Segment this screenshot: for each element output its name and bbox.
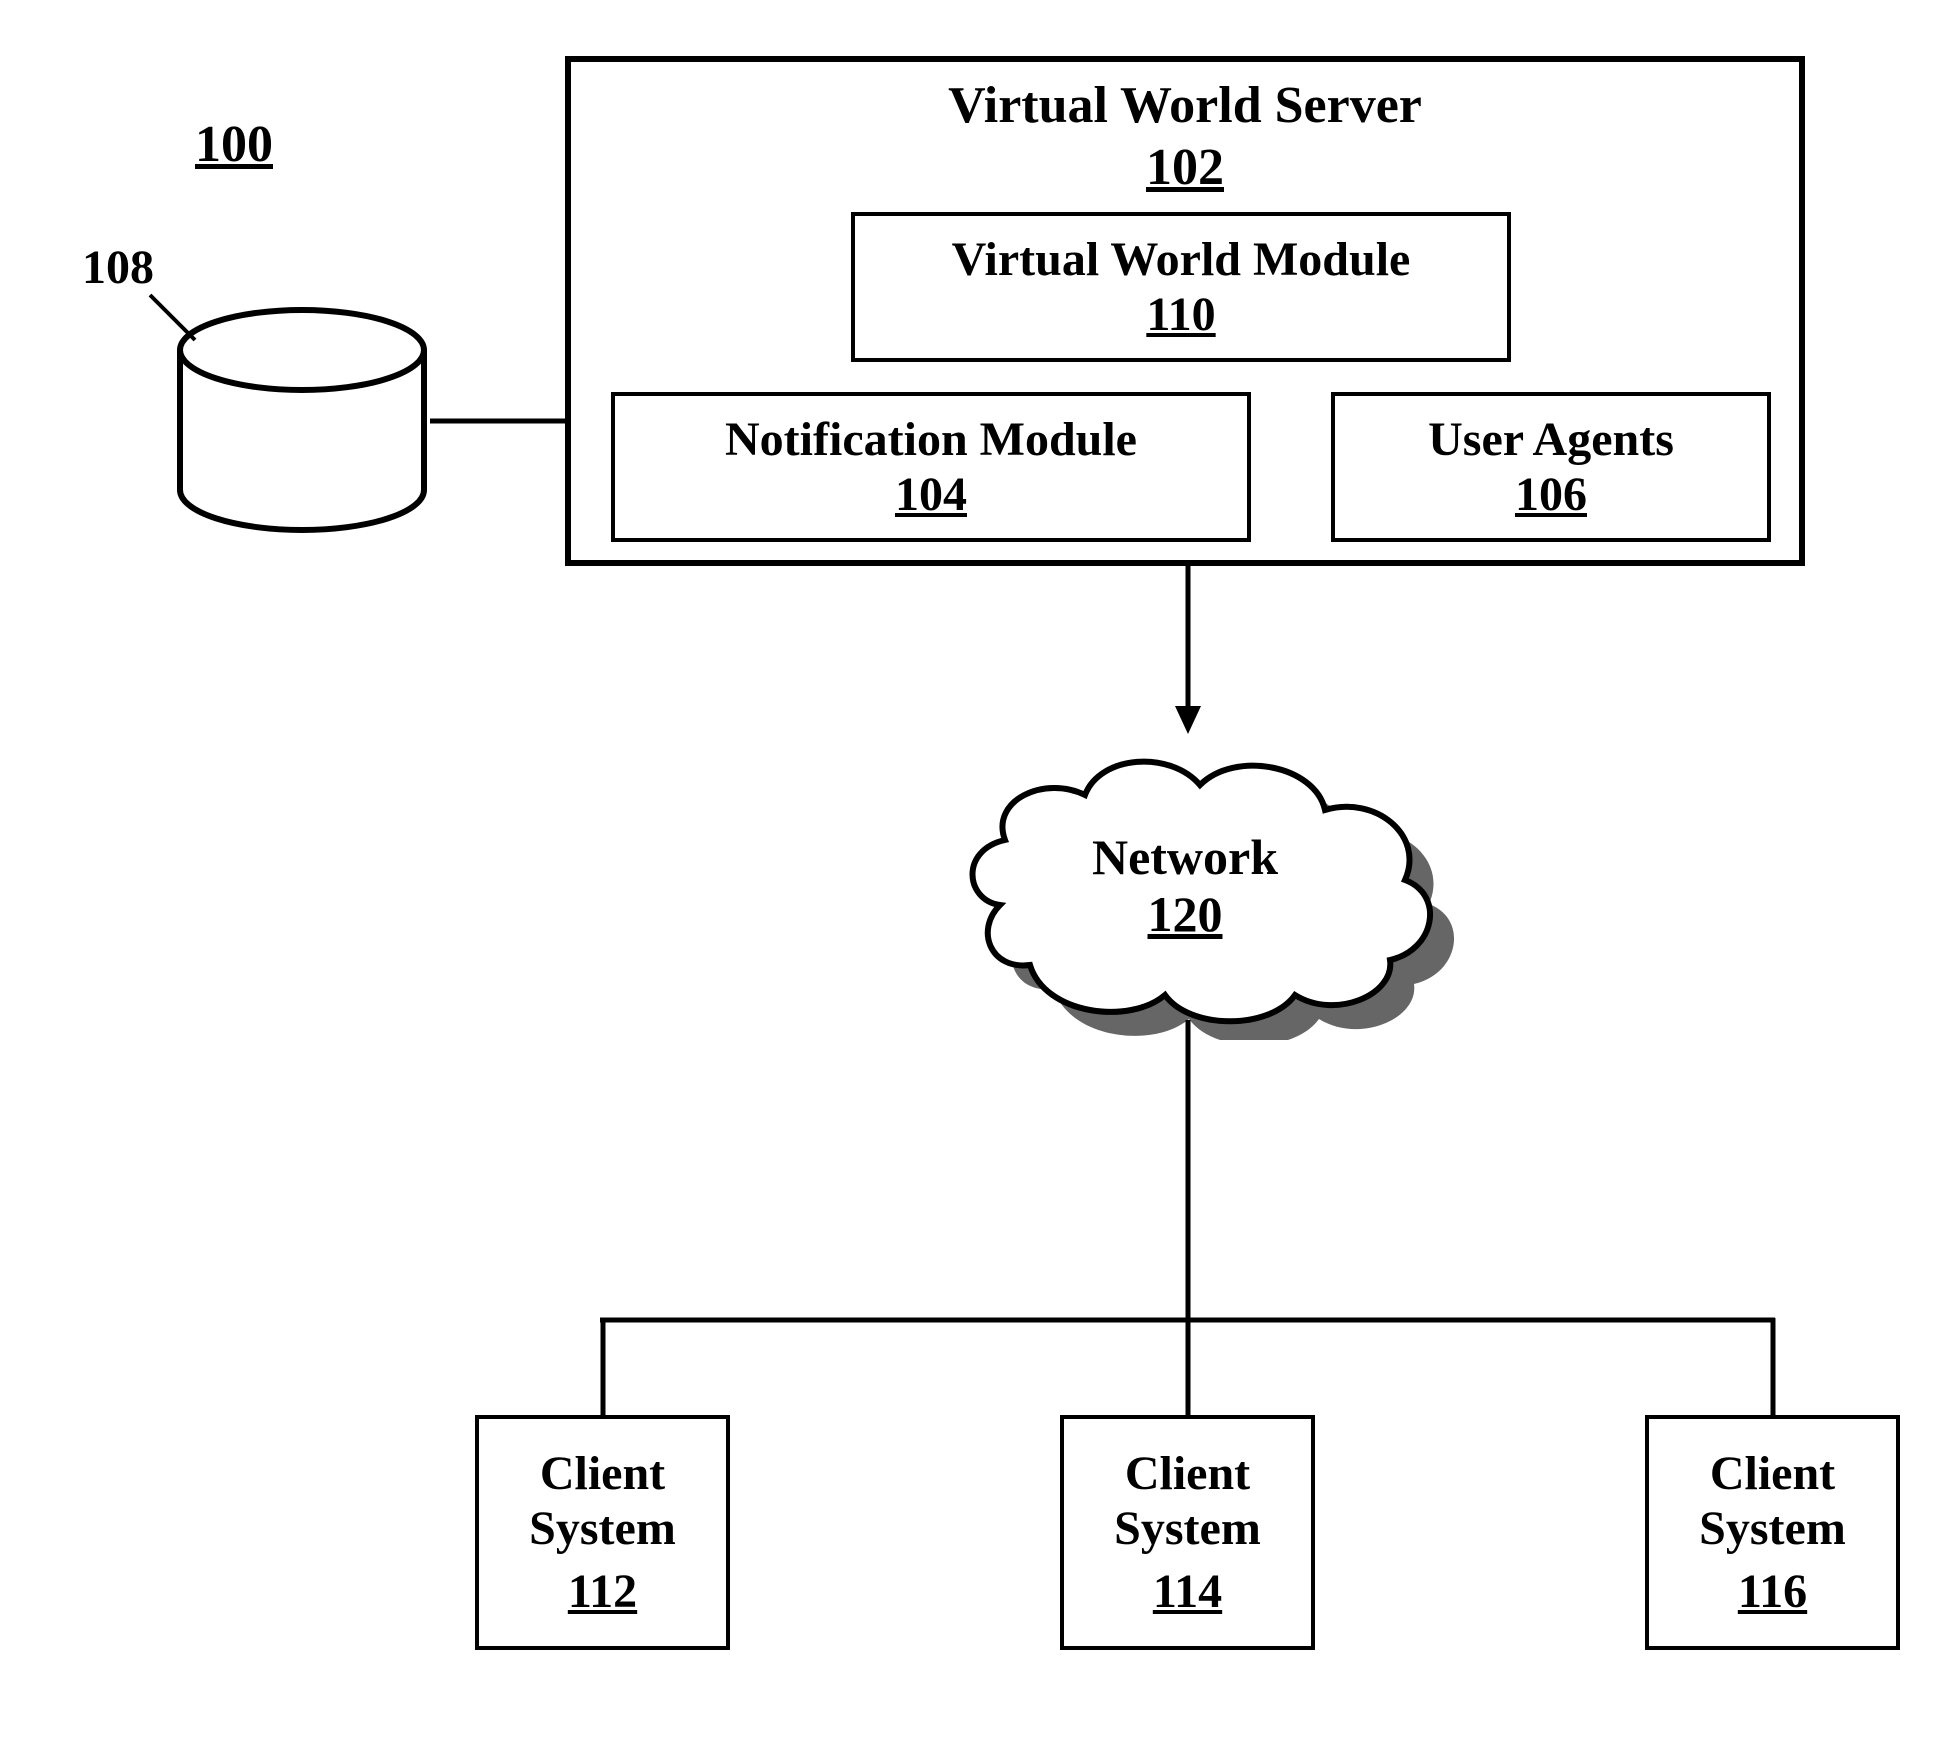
client-drop-2 [1183, 1318, 1193, 1418]
user-agents-title: User Agents [1428, 412, 1674, 467]
virtual-world-server-box: Virtual World Server 102 Virtual World M… [565, 56, 1805, 566]
client-title-3b: System [1699, 1501, 1846, 1556]
client-ref-3: 116 [1738, 1564, 1807, 1619]
client-title-2b: System [1114, 1501, 1261, 1556]
notif-module-title: Notification Module [725, 412, 1137, 467]
client-drop-3 [1768, 1318, 1778, 1418]
client-title-1b: System [529, 1501, 676, 1556]
user-agents-box: User Agents 106 [1331, 392, 1771, 542]
diagram-canvas: 100 108 Virtual World Server 102 Virtual… [0, 0, 1940, 1756]
server-title: Virtual World Server [948, 76, 1422, 136]
client-ref-2: 114 [1153, 1564, 1222, 1619]
notif-module-ref: 104 [895, 467, 967, 522]
vw-module-ref: 110 [1146, 287, 1215, 342]
network-title: Network [935, 828, 1435, 886]
network-ref: 120 [935, 885, 1435, 943]
notification-module-box: Notification Module 104 [611, 392, 1251, 542]
server-ref: 102 [1146, 138, 1224, 198]
server-network-arrow [1173, 566, 1203, 736]
db-server-connector [430, 416, 570, 426]
client-bus [600, 1315, 1775, 1325]
client-drop-1 [598, 1318, 608, 1418]
figure-ref-label: 100 [195, 115, 273, 174]
client-system-box-2: Client System 114 [1060, 1415, 1315, 1650]
database-ref-label: 108 [82, 240, 154, 295]
client-ref-1: 112 [568, 1564, 637, 1619]
user-agents-ref: 106 [1515, 467, 1587, 522]
database-icon [172, 305, 432, 535]
database-cylinder [172, 305, 432, 535]
client-title-2a: Client [1125, 1446, 1250, 1501]
network-stem [1183, 1020, 1193, 1320]
client-system-box-3: Client System 116 [1645, 1415, 1900, 1650]
network-cloud: Network 120 [935, 720, 1455, 1040]
client-title-1a: Client [540, 1446, 665, 1501]
vw-module-title: Virtual World Module [952, 232, 1411, 287]
virtual-world-module-box: Virtual World Module 110 [851, 212, 1511, 362]
client-system-box-1: Client System 112 [475, 1415, 730, 1650]
client-title-3a: Client [1710, 1446, 1835, 1501]
